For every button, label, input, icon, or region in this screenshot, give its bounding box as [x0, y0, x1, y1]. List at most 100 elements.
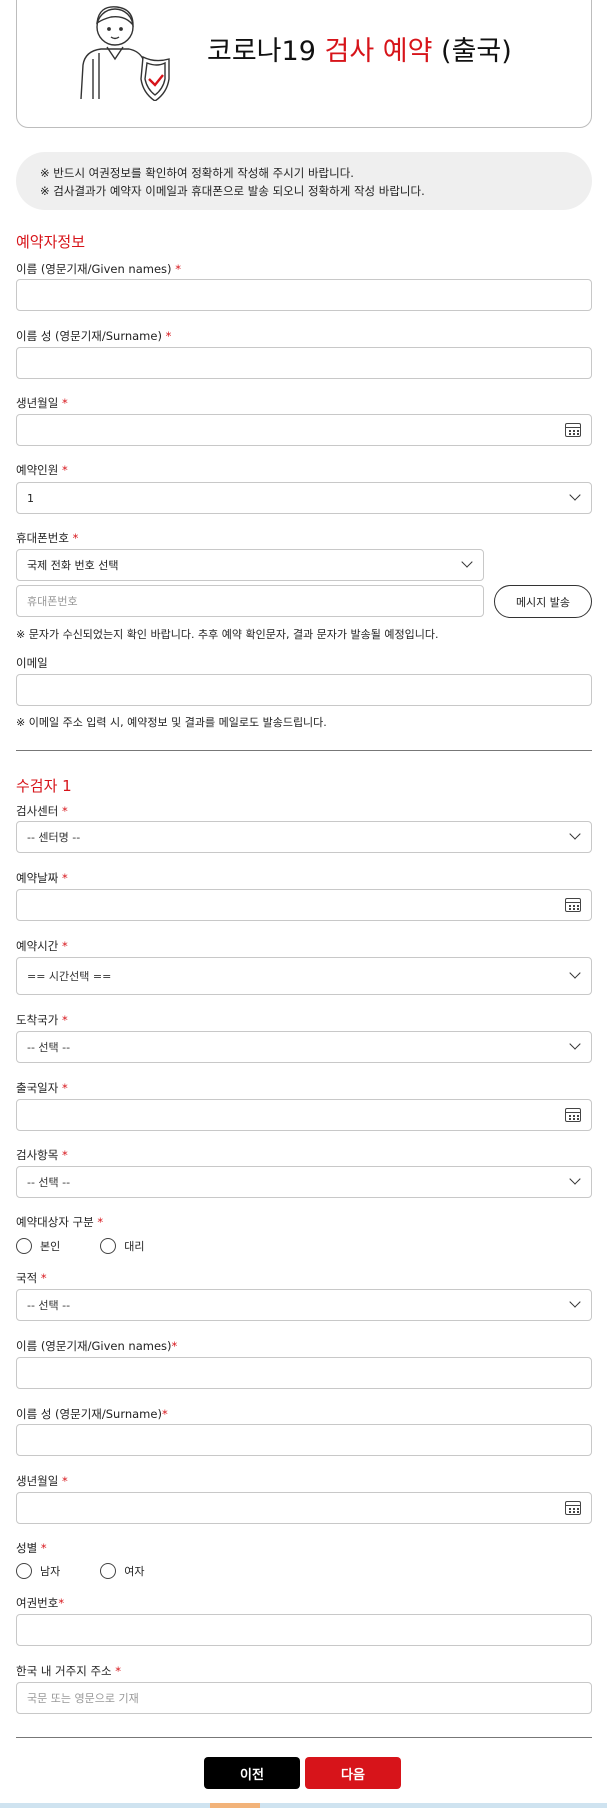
- booker-birth-label: 생년월일 *: [16, 396, 68, 410]
- address-placeholder: 국문 또는 영문으로 기재: [27, 1692, 139, 1705]
- arrival-country-label: 도착국가 *: [16, 1013, 68, 1027]
- target-type-label: 예약대상자 구분 *: [16, 1215, 104, 1229]
- passport-input[interactable]: [16, 1614, 592, 1646]
- required-mark: *: [171, 1339, 178, 1353]
- send-message-button[interactable]: 메시지 발송: [494, 585, 592, 618]
- title-suffix: (출국): [441, 36, 512, 67]
- chevron-down-icon: [569, 828, 581, 840]
- calendar-icon[interactable]: [565, 1501, 581, 1515]
- booker-birth-date-input[interactable]: [16, 414, 592, 446]
- required-mark: *: [61, 871, 68, 885]
- reservation-time-select[interactable]: == 시간선택 ==: [16, 957, 592, 995]
- radio-self[interactable]: [16, 1238, 32, 1254]
- required-mark: *: [61, 1148, 68, 1162]
- booker-given-name-label: 이름 (영문기재/Given names) *: [16, 262, 181, 276]
- required-mark: *: [175, 262, 181, 276]
- required-mark: *: [161, 1407, 168, 1421]
- required-mark: *: [61, 939, 68, 953]
- required-mark: *: [165, 329, 172, 343]
- arrival-country-select[interactable]: -- 선택 --: [16, 1031, 592, 1063]
- gender-label: 성별 *: [16, 1541, 47, 1555]
- required-mark: *: [61, 396, 68, 410]
- examinee-birth-date-input[interactable]: [16, 1492, 592, 1524]
- required-mark: *: [72, 531, 79, 545]
- center-select[interactable]: -- 센터명 --: [16, 821, 592, 853]
- test-select-value: -- 선택 --: [27, 1176, 71, 1189]
- required-mark: *: [40, 1541, 47, 1555]
- booker-people-select[interactable]: 1: [16, 482, 592, 514]
- country-code-value: 국제 전화 번호 선택: [27, 559, 119, 572]
- test-item-label: 검사항목 *: [16, 1148, 68, 1162]
- calendar-icon[interactable]: [565, 1108, 581, 1122]
- calendar-icon[interactable]: [565, 898, 581, 912]
- required-mark: *: [61, 1013, 68, 1027]
- footer-divider: [16, 1737, 592, 1738]
- notice-line-2: ※ 검사결과가 예약자 이메일과 휴대폰으로 발송 되오니 정확하게 작성 바랍…: [40, 184, 425, 198]
- booker-email-label: 이메일: [16, 656, 48, 670]
- required-mark: *: [61, 804, 68, 818]
- required-mark: *: [115, 1664, 122, 1678]
- reservation-date-input[interactable]: [16, 889, 592, 921]
- arrival-select-value: -- 선택 --: [27, 1041, 71, 1054]
- address-label: 한국 내 거주지 주소 *: [16, 1664, 122, 1678]
- notice-box: ※ 반드시 여권정보를 확인하여 정확하게 작성해 주시기 바랍니다. ※ 검사…: [16, 152, 592, 210]
- booker-email-input[interactable]: [16, 674, 592, 706]
- title-highlight: 검사 예약: [324, 36, 433, 67]
- chevron-down-icon: [569, 967, 581, 979]
- header-card: 코로나19 검사 예약 (출국): [16, 0, 592, 128]
- calendar-icon[interactable]: [565, 423, 581, 437]
- examinee-given-name-input[interactable]: [16, 1357, 592, 1389]
- booker-surname-label: 이름 성 (영문기재/Surname) *: [16, 329, 172, 343]
- nationality-select[interactable]: -- 선택 --: [16, 1289, 592, 1321]
- phone-number-input[interactable]: 휴대폰번호: [16, 585, 484, 617]
- examinee-surname-input[interactable]: [16, 1424, 592, 1456]
- nationality-label: 국적 *: [16, 1271, 47, 1285]
- center-select-value: -- 센터명 --: [27, 831, 81, 844]
- country-code-select[interactable]: 국제 전화 번호 선택: [16, 549, 484, 581]
- departure-date-input[interactable]: [16, 1099, 592, 1131]
- person-shield-illustration-icon: [80, 6, 170, 101]
- chevron-down-icon: [569, 1296, 581, 1308]
- reservation-date-label: 예약날짜 *: [16, 871, 68, 885]
- gender-radio-group: 남자 여자: [16, 1563, 185, 1579]
- examinee-given-name-label: 이름 (영문기재/Given names)*: [16, 1339, 178, 1353]
- required-mark: *: [97, 1215, 104, 1229]
- address-input[interactable]: 국문 또는 영문으로 기재: [16, 1682, 592, 1714]
- reservation-time-label: 예약시간 *: [16, 939, 68, 953]
- radio-female[interactable]: [100, 1563, 117, 1579]
- booker-surname-input[interactable]: [16, 347, 592, 379]
- radio-female-label: 여자: [124, 1565, 145, 1578]
- examinee-surname-label: 이름 성 (영문기재/Surname)*: [16, 1407, 168, 1421]
- center-label: 검사센터 *: [16, 804, 68, 818]
- target-type-radio-group: 본인 대리: [16, 1238, 185, 1254]
- booker-given-name-input[interactable]: [16, 279, 592, 311]
- required-mark: *: [40, 1271, 47, 1285]
- booker-phone-label: 휴대폰번호 *: [16, 531, 79, 545]
- passport-label: 여권번호*: [16, 1596, 65, 1610]
- radio-male[interactable]: [16, 1563, 32, 1579]
- bottom-bar-highlight: [210, 1803, 260, 1808]
- time-select-value: == 시간선택 ==: [27, 970, 112, 983]
- chevron-down-icon: [569, 489, 581, 501]
- page-title: 코로나19 검사 예약 (출국): [207, 29, 512, 68]
- radio-male-label: 남자: [40, 1565, 61, 1578]
- booker-people-label: 예약인원 *: [16, 463, 68, 477]
- people-select-value: 1: [27, 491, 34, 505]
- chevron-down-icon: [461, 556, 473, 568]
- prev-button[interactable]: 이전: [204, 1757, 300, 1789]
- bottom-bar: [0, 1803, 607, 1808]
- notice-line-1: ※ 반드시 여권정보를 확인하여 정확하게 작성해 주시기 바랍니다.: [40, 166, 354, 180]
- booker-section-title: 예약자정보: [16, 233, 86, 251]
- radio-proxy[interactable]: [100, 1238, 117, 1254]
- phone-hint: ※ 문자가 수신되었는지 확인 바랍니다. 추후 예약 확인문자, 결과 문자가…: [16, 628, 439, 641]
- required-mark: *: [58, 1596, 65, 1610]
- chevron-down-icon: [569, 1038, 581, 1050]
- next-button[interactable]: 다음: [305, 1757, 401, 1789]
- test-item-select[interactable]: -- 선택 --: [16, 1166, 592, 1198]
- required-mark: *: [61, 1081, 68, 1095]
- phone-placeholder: 휴대폰번호: [27, 595, 78, 608]
- title-main: 코로나19: [207, 36, 316, 67]
- radio-proxy-label: 대리: [124, 1240, 145, 1253]
- examinee-section-title: 수검자 1: [16, 777, 72, 795]
- email-hint: ※ 이메일 주소 입력 시, 예약정보 및 결과를 메일로도 발송드립니다.: [16, 716, 327, 729]
